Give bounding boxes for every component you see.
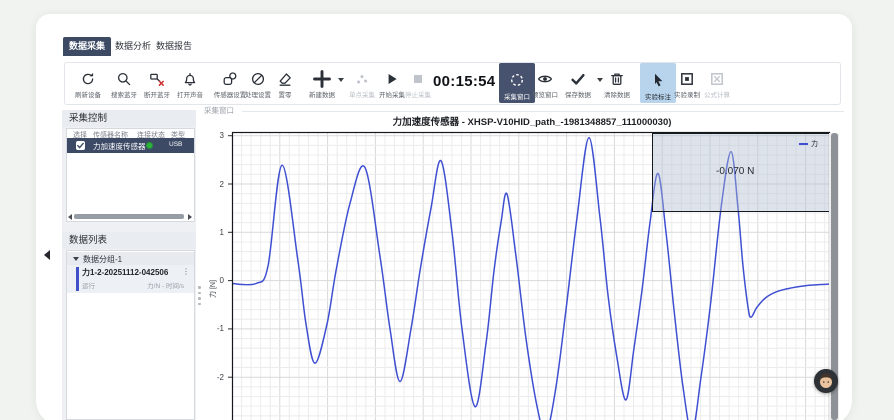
bluetooth-disconnect-icon: [149, 71, 165, 87]
item-axes: 力/N - 时间/s: [147, 280, 184, 290]
newData-label: 新建数据: [300, 89, 344, 99]
capture-window-groupbox-label: 采集窗口: [204, 105, 234, 116]
y-tick--1: -1: [202, 324, 224, 333]
formula-button[interactable]: 公式计算: [695, 70, 739, 99]
sound-button[interactable]: 打开声音: [168, 70, 212, 99]
y-tick--2: -2: [202, 373, 224, 382]
data-list-header: 数据列表: [62, 232, 196, 249]
formula-label: 公式计算: [695, 89, 739, 99]
avatar-face-icon: [814, 369, 838, 393]
stop-icon: [410, 71, 426, 87]
dots-icon: [354, 71, 370, 87]
hscroll-right-arrow[interactable]: [188, 214, 192, 220]
hscroll-left-arrow[interactable]: [68, 214, 72, 220]
eye-icon: [537, 71, 553, 87]
clearData-label: 清除数据: [595, 89, 639, 99]
y-tick-1: 1: [202, 228, 224, 237]
screen: 数据采集 数据分析 数据报告 刷新设备搜索蓝牙断开蓝牙打开声音传感器设置处理设置…: [0, 0, 894, 420]
capture-control-header: 采集控制: [62, 110, 196, 127]
cursor-icon: [650, 72, 666, 88]
y-tick-2: 2: [202, 180, 224, 189]
item-title: 力1-2-20251112-042506: [82, 267, 168, 278]
groupbox-line: [242, 111, 844, 112]
sidebar-collapse-arrow[interactable]: [44, 250, 50, 260]
item-accent-bar: [76, 267, 79, 291]
y-tick-3: 3: [202, 131, 224, 140]
stopCapture-label: 停止采集: [396, 89, 440, 99]
hscroll-thumb[interactable]: [74, 214, 184, 219]
tab-data-analysis[interactable]: 数据分析: [113, 37, 153, 56]
chevron-down-icon: [73, 257, 79, 261]
refresh-icon: [80, 71, 96, 87]
saveData-button[interactable]: 保存数据: [556, 70, 600, 99]
tab-data-report[interactable]: 数据报告: [154, 37, 194, 56]
kebab-menu-icon[interactable]: ⋮: [182, 267, 190, 276]
item-status: 运行: [82, 280, 95, 290]
data-group-row[interactable]: 数据分组-1: [67, 252, 194, 265]
formula-square-icon: [709, 71, 725, 87]
newData-button[interactable]: 新建数据: [300, 70, 344, 99]
check-icon: [570, 71, 586, 87]
search-icon: [116, 71, 132, 87]
sound-label: 打开声音: [168, 89, 212, 99]
legend-line-swatch: [799, 143, 808, 145]
capture-timer: 00:15:54: [433, 73, 499, 90]
status-dot: [146, 142, 153, 149]
plus-icon: [313, 70, 331, 88]
clearData-button[interactable]: 清除数据: [595, 70, 639, 99]
legend-label: 力: [811, 139, 818, 149]
chart-legend: 力: [799, 139, 818, 149]
data-list-item[interactable]: 力1-2-20251112-042506 ⋮ 运行 力/N - 时间/s: [67, 265, 194, 293]
tab-data-capture[interactable]: 数据采集: [63, 37, 111, 56]
sensor-checkbox[interactable]: [76, 141, 85, 150]
trash-icon: [609, 71, 625, 87]
chart-title: 力加速度传感器 - XHSP-V10HID_path_-1981348857_1…: [262, 114, 802, 128]
record-square-icon: [679, 71, 695, 87]
y-tick-0: 0: [202, 276, 224, 285]
sensor-type: USB: [169, 141, 182, 148]
check-icon: [76, 141, 85, 150]
sensor-name: 力加速度传感器: [93, 141, 146, 152]
eraser-icon: [277, 71, 293, 87]
panel-splitter[interactable]: [198, 286, 201, 308]
current-value-annotation: -0.070 N: [716, 166, 754, 177]
bell-icon: [182, 71, 198, 87]
saveData-label: 保存数据: [556, 89, 600, 99]
data-group-label: 数据分组-1: [83, 254, 122, 265]
assistant-avatar-button[interactable]: [814, 369, 838, 393]
